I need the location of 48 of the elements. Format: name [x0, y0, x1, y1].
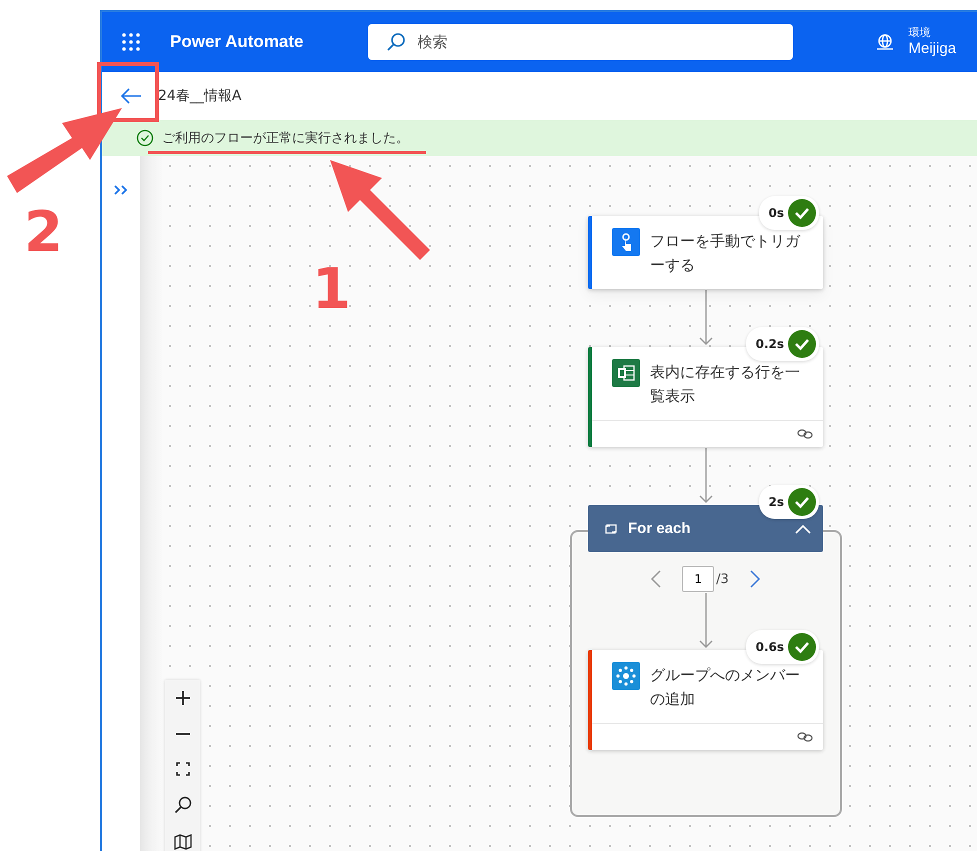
- success-check-icon: [788, 199, 816, 227]
- next-icon[interactable]: [748, 570, 761, 588]
- duration-badge: 0s: [758, 196, 819, 230]
- check-circle-icon: [136, 129, 154, 147]
- chevron-icon[interactable]: [795, 524, 811, 534]
- banner-message: ご利用のフローが正常に実行されました。: [162, 130, 409, 147]
- environment-label: 環境: [908, 26, 932, 40]
- spreadsheet-icon: [612, 359, 640, 387]
- success-check-icon: [788, 330, 816, 358]
- globe-icon[interactable]: [874, 33, 895, 51]
- fit-view-icon[interactable]: [176, 762, 190, 776]
- success-check-icon: [788, 488, 816, 516]
- connector-arrow: [698, 593, 712, 649]
- flow-step-card[interactable]: グループへのメンバーの追加: [588, 650, 823, 750]
- touch-icon: [612, 228, 640, 256]
- connector-arrow: [698, 290, 712, 346]
- network-icon: [612, 662, 640, 690]
- app-launcher-icon[interactable]: [122, 33, 140, 51]
- connector-arrow: [698, 448, 712, 504]
- zoom-in-icon[interactable]: [174, 690, 190, 706]
- search-field[interactable]: 検索: [368, 24, 793, 60]
- link-icon[interactable]: [797, 429, 813, 439]
- environment-name[interactable]: Meijiga: [908, 40, 956, 58]
- map-icon[interactable]: [174, 834, 192, 850]
- search-icon[interactable]: [174, 796, 192, 814]
- page-input[interactable]: 1: [682, 566, 714, 592]
- app-name[interactable]: Power Automate: [170, 32, 304, 52]
- step-title: 表内に存在する行を一覧表示: [650, 362, 800, 407]
- step-title: フローを手動でトリガーする: [650, 231, 800, 276]
- annotation-number: 2: [24, 205, 63, 261]
- loop-title: For each: [628, 520, 691, 537]
- flow-title: 24春__情報A: [158, 87, 242, 105]
- duration-badge: 0.6s: [746, 630, 819, 664]
- duration-badge: 2s: [758, 485, 819, 519]
- search-icon: [386, 32, 406, 52]
- link-icon[interactable]: [797, 732, 813, 742]
- back-arrow-icon[interactable]: [120, 87, 142, 105]
- success-check-icon: [788, 633, 816, 661]
- previous-icon[interactable]: [650, 570, 662, 588]
- step-title: グループへのメンバーの追加: [650, 665, 800, 710]
- annotation-number: 1: [312, 262, 351, 318]
- flow-step-card[interactable]: 表内に存在する行を一覧表示: [588, 347, 823, 447]
- page-total: /3: [716, 572, 729, 586]
- flow-step-card[interactable]: フローを手動でトリガーする: [588, 216, 823, 289]
- loop-icon: [604, 522, 618, 534]
- expand-icon[interactable]: [113, 184, 129, 196]
- loop-header[interactable]: For each: [588, 505, 823, 552]
- duration-badge: 0.2s: [746, 327, 819, 361]
